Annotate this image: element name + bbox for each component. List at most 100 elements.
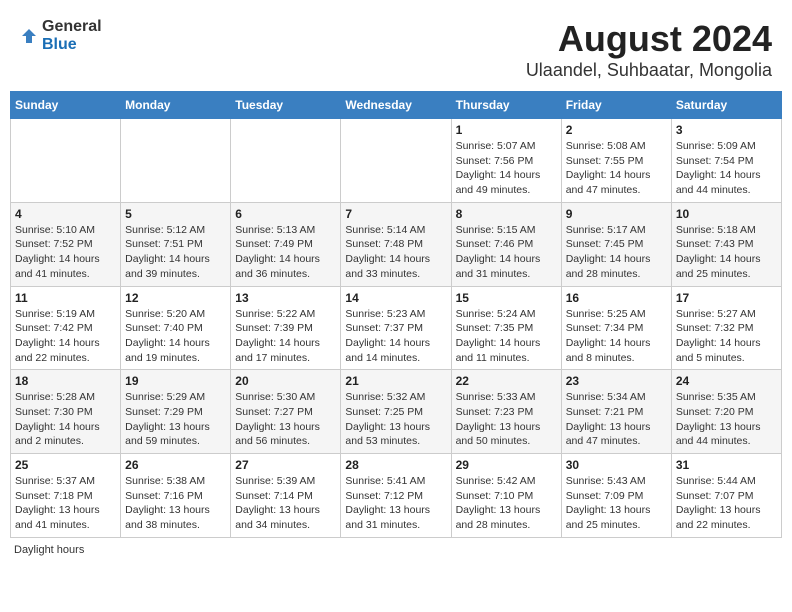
day-number: 9 xyxy=(566,207,667,221)
day-number: 29 xyxy=(456,458,557,472)
day-info: Sunrise: 5:09 AMSunset: 7:54 PMDaylight:… xyxy=(676,139,777,198)
day-number: 6 xyxy=(235,207,336,221)
calendar-cell: 28 Sunrise: 5:41 AMSunset: 7:12 PMDayligh… xyxy=(341,454,451,538)
day-info: Sunrise: 5:18 AMSunset: 7:43 PMDaylight:… xyxy=(676,223,777,282)
day-number: 2 xyxy=(566,123,667,137)
day-info: Sunrise: 5:37 AMSunset: 7:18 PMDaylight:… xyxy=(15,474,116,533)
day-number: 22 xyxy=(456,374,557,388)
day-info: Sunrise: 5:33 AMSunset: 7:23 PMDaylight:… xyxy=(456,390,557,449)
calendar-cell: 23 Sunrise: 5:34 AMSunset: 7:21 PMDayligh… xyxy=(561,370,671,454)
calendar-cell: 26Sunrise: 5:38 AMSunset: 7:16 PMDayligh… xyxy=(121,454,231,538)
calendar-cell: 3 Sunrise: 5:09 AMSunset: 7:54 PMDaylight… xyxy=(671,119,781,203)
calendar-cell: 30 Sunrise: 5:43 AMSunset: 7:09 PMDayligh… xyxy=(561,454,671,538)
day-number: 13 xyxy=(235,291,336,305)
day-info: Sunrise: 5:08 AMSunset: 7:55 PMDaylight:… xyxy=(566,139,667,198)
day-info: Sunrise: 5:25 AMSunset: 7:34 PMDaylight:… xyxy=(566,307,667,366)
day-info: Sunrise: 5:43 AMSunset: 7:09 PMDaylight:… xyxy=(566,474,667,533)
calendar-cell: 2 Sunrise: 5:08 AMSunset: 7:55 PMDaylight… xyxy=(561,119,671,203)
day-info: Sunrise: 5:22 AMSunset: 7:39 PMDaylight:… xyxy=(235,307,336,366)
logo-blue: Blue xyxy=(42,36,102,54)
calendar-cell: 9 Sunrise: 5:17 AMSunset: 7:45 PMDaylight… xyxy=(561,202,671,286)
day-number: 4 xyxy=(15,207,116,221)
calendar-cell: 21 Sunrise: 5:32 AMSunset: 7:25 PMDayligh… xyxy=(341,370,451,454)
calendar-cell: 15 Sunrise: 5:24 AMSunset: 7:35 PMDayligh… xyxy=(451,286,561,370)
day-number: 14 xyxy=(345,291,446,305)
day-info: Sunrise: 5:29 AMSunset: 7:29 PMDaylight:… xyxy=(125,390,226,449)
calendar-week-1: 1Sunrise: 5:07 AMSunset: 7:56 PMDaylight… xyxy=(11,119,782,203)
day-info: Sunrise: 5:30 AMSunset: 7:27 PMDaylight:… xyxy=(235,390,336,449)
calendar-cell: 27Sunrise: 5:39 AMSunset: 7:14 PMDayligh… xyxy=(231,454,341,538)
day-info: Sunrise: 5:44 AMSunset: 7:07 PMDaylight:… xyxy=(676,474,777,533)
calendar-cell: 10Sunrise: 5:18 AMSunset: 7:43 PMDayligh… xyxy=(671,202,781,286)
day-number: 11 xyxy=(15,291,116,305)
day-info: Sunrise: 5:34 AMSunset: 7:21 PMDaylight:… xyxy=(566,390,667,449)
calendar-cell: 22 Sunrise: 5:33 AMSunset: 7:23 PMDayligh… xyxy=(451,370,561,454)
day-number: 8 xyxy=(456,207,557,221)
calendar-week-2: 4Sunrise: 5:10 AMSunset: 7:52 PMDaylight… xyxy=(11,202,782,286)
day-info: Sunrise: 5:24 AMSunset: 7:35 PMDaylight:… xyxy=(456,307,557,366)
day-number: 23 xyxy=(566,374,667,388)
main-title: August 2024 xyxy=(526,18,772,60)
day-number: 20 xyxy=(235,374,336,388)
day-info: Sunrise: 5:15 AMSunset: 7:46 PMDaylight:… xyxy=(456,223,557,282)
calendar-cell: 6 Sunrise: 5:13 AMSunset: 7:49 PMDaylight… xyxy=(231,202,341,286)
calendar-cell: 29 Sunrise: 5:42 AMSunset: 7:10 PMDayligh… xyxy=(451,454,561,538)
day-number: 30 xyxy=(566,458,667,472)
logo: General Blue xyxy=(20,18,102,53)
calendar-cell: 11 Sunrise: 5:19 AMSunset: 7:42 PMDayligh… xyxy=(11,286,121,370)
day-info: Sunrise: 5:39 AMSunset: 7:14 PMDaylight:… xyxy=(235,474,336,533)
calendar-cell: 14 Sunrise: 5:23 AMSunset: 7:37 PMDayligh… xyxy=(341,286,451,370)
day-info: Sunrise: 5:32 AMSunset: 7:25 PMDaylight:… xyxy=(345,390,446,449)
day-info: Sunrise: 5:42 AMSunset: 7:10 PMDaylight:… xyxy=(456,474,557,533)
col-sunday: Sunday xyxy=(11,92,121,119)
calendar-cell xyxy=(11,119,121,203)
calendar-cell: 12 Sunrise: 5:20 AMSunset: 7:40 PMDayligh… xyxy=(121,286,231,370)
calendar-header-row: Sunday Monday Tuesday Wednesday Thursday… xyxy=(11,92,782,119)
day-info: Sunrise: 5:41 AMSunset: 7:12 PMDaylight:… xyxy=(345,474,446,533)
day-number: 28 xyxy=(345,458,446,472)
calendar-cell: 19Sunrise: 5:29 AMSunset: 7:29 PMDayligh… xyxy=(121,370,231,454)
day-number: 3 xyxy=(676,123,777,137)
day-number: 15 xyxy=(456,291,557,305)
calendar-week-5: 25 Sunrise: 5:37 AMSunset: 7:18 PMDayligh… xyxy=(11,454,782,538)
title-area: August 2024 Ulaandel, Suhbaatar, Mongoli… xyxy=(526,18,772,81)
logo-text: General Blue xyxy=(42,18,102,53)
day-number: 21 xyxy=(345,374,446,388)
day-info: Sunrise: 5:23 AMSunset: 7:37 PMDaylight:… xyxy=(345,307,446,366)
calendar-cell: 13 Sunrise: 5:22 AMSunset: 7:39 PMDayligh… xyxy=(231,286,341,370)
day-info: Sunrise: 5:12 AMSunset: 7:51 PMDaylight:… xyxy=(125,223,226,282)
calendar-cell: 7Sunrise: 5:14 AMSunset: 7:48 PMDaylight… xyxy=(341,202,451,286)
day-info: Sunrise: 5:17 AMSunset: 7:45 PMDaylight:… xyxy=(566,223,667,282)
day-number: 12 xyxy=(125,291,226,305)
calendar-cell: 25 Sunrise: 5:37 AMSunset: 7:18 PMDayligh… xyxy=(11,454,121,538)
day-number: 17 xyxy=(676,291,777,305)
day-number: 1 xyxy=(456,123,557,137)
day-info: Sunrise: 5:35 AMSunset: 7:20 PMDaylight:… xyxy=(676,390,777,449)
day-info: Sunrise: 5:13 AMSunset: 7:49 PMDaylight:… xyxy=(235,223,336,282)
day-number: 25 xyxy=(15,458,116,472)
subtitle: Ulaandel, Suhbaatar, Mongolia xyxy=(526,60,772,81)
col-monday: Monday xyxy=(121,92,231,119)
day-info: Sunrise: 5:19 AMSunset: 7:42 PMDaylight:… xyxy=(15,307,116,366)
col-wednesday: Wednesday xyxy=(341,92,451,119)
day-number: 16 xyxy=(566,291,667,305)
footer-note: Daylight hours xyxy=(10,544,782,556)
col-tuesday: Tuesday xyxy=(231,92,341,119)
day-number: 18 xyxy=(15,374,116,388)
calendar-cell: 24 Sunrise: 5:35 AMSunset: 7:20 PMDayligh… xyxy=(671,370,781,454)
calendar-cell: 18Sunrise: 5:28 AMSunset: 7:30 PMDayligh… xyxy=(11,370,121,454)
day-number: 7 xyxy=(345,207,446,221)
calendar-cell: 5 Sunrise: 5:12 AMSunset: 7:51 PMDaylight… xyxy=(121,202,231,286)
calendar-cell xyxy=(341,119,451,203)
calendar-cell: 8 Sunrise: 5:15 AMSunset: 7:46 PMDaylight… xyxy=(451,202,561,286)
calendar-cell xyxy=(231,119,341,203)
calendar-cell: 4Sunrise: 5:10 AMSunset: 7:52 PMDaylight… xyxy=(11,202,121,286)
logo-icon xyxy=(20,27,38,45)
logo-general: General xyxy=(42,18,102,36)
day-number: 24 xyxy=(676,374,777,388)
day-info: Sunrise: 5:38 AMSunset: 7:16 PMDaylight:… xyxy=(125,474,226,533)
header: General Blue August 2024 Ulaandel, Suhba… xyxy=(10,10,782,85)
calendar-week-4: 18Sunrise: 5:28 AMSunset: 7:30 PMDayligh… xyxy=(11,370,782,454)
day-info: Sunrise: 5:20 AMSunset: 7:40 PMDaylight:… xyxy=(125,307,226,366)
day-number: 5 xyxy=(125,207,226,221)
